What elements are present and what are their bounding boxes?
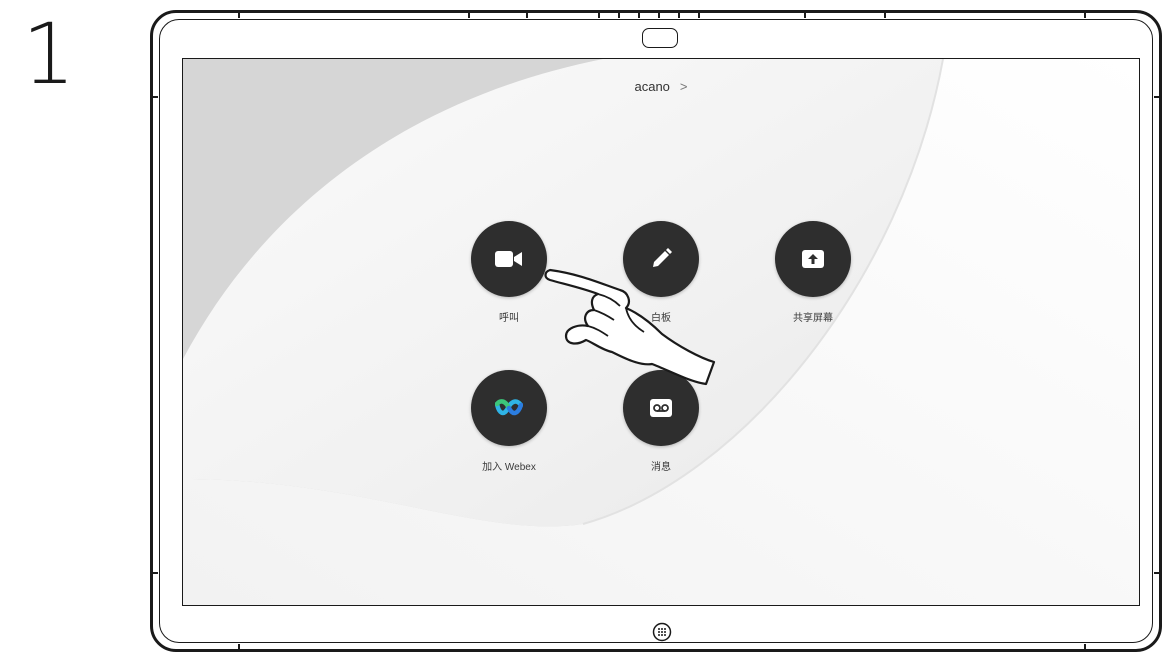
share-screen-button[interactable] [775, 221, 851, 297]
frame-tick [598, 10, 600, 18]
frame-tick [1154, 572, 1162, 574]
chevron-right-icon[interactable]: > [680, 79, 688, 94]
instruction-illustration: 1 acano > 呼叫 白板 共享屏幕 加入 Webex 消息 [0, 0, 1165, 653]
frame-tick [804, 10, 806, 18]
join-webex-button[interactable] [471, 370, 547, 446]
share-screen-label: 共享屏幕 [793, 313, 833, 324]
step-number: 1 [22, 5, 76, 103]
frame-tick [1084, 644, 1086, 652]
frame-tick [658, 10, 660, 18]
device-name-label[interactable]: acano [634, 79, 669, 94]
frame-tick [238, 644, 240, 652]
share-screen-tile[interactable]: 共享屏幕 [758, 221, 868, 324]
frame-tick [678, 10, 680, 18]
home-button[interactable] [652, 622, 672, 642]
frame-tick [638, 10, 640, 18]
call-button[interactable] [471, 221, 547, 297]
join-webex-label: 加入 Webex [482, 462, 536, 473]
frame-tick [1084, 10, 1086, 18]
camera-icon [642, 28, 678, 48]
frame-tick [698, 10, 700, 18]
share-screen-icon [802, 250, 824, 268]
frame-tick [884, 10, 886, 18]
pointing-hand-icon [544, 268, 716, 386]
frame-tick [150, 96, 158, 98]
video-camera-icon [495, 251, 522, 267]
frame-tick [468, 10, 470, 18]
messages-label: 消息 [651, 462, 671, 473]
device-name-header[interactable]: acano > [183, 79, 1139, 94]
frame-tick [526, 10, 528, 18]
voicemail-icon [650, 399, 672, 417]
frame-tick [150, 572, 158, 574]
home-grid-icon [652, 622, 672, 642]
frame-tick [1154, 96, 1162, 98]
frame-tick [618, 10, 620, 18]
frame-tick [238, 10, 240, 18]
webex-logo-icon [495, 399, 523, 416]
